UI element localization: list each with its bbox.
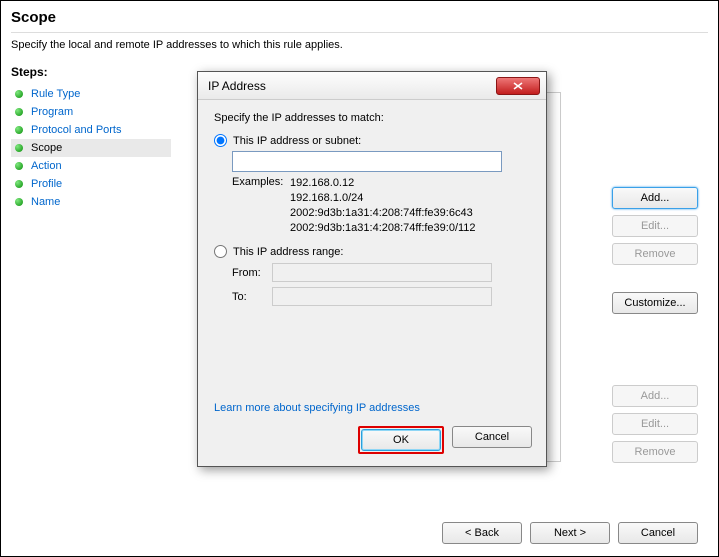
remote-address-buttons: Add... Edit... Remove	[612, 385, 698, 469]
bullet-icon	[15, 162, 23, 170]
step-label: Action	[31, 160, 62, 172]
bullet-icon	[15, 90, 23, 98]
step-label: Program	[31, 106, 73, 118]
ok-button[interactable]: OK	[361, 429, 441, 451]
step-label: Name	[31, 196, 60, 208]
step-label: Rule Type	[31, 88, 80, 100]
radio-range-label: This IP address range:	[233, 246, 343, 258]
steps-heading: Steps:	[11, 65, 171, 79]
to-input	[272, 287, 492, 306]
examples-list: 192.168.0.12 192.168.1.0/24 2002:9d3b:1a…	[290, 176, 476, 235]
bullet-icon	[15, 108, 23, 116]
close-icon[interactable]	[496, 77, 540, 95]
step-scope[interactable]: Scope	[11, 139, 171, 157]
step-rule-type[interactable]: Rule Type	[11, 85, 171, 103]
divider	[11, 32, 708, 33]
from-input	[272, 263, 492, 282]
radio-range[interactable]	[214, 245, 227, 258]
example-line: 192.168.1.0/24	[290, 191, 476, 206]
step-program[interactable]: Program	[11, 103, 171, 121]
dialog-footer: OK Cancel	[358, 426, 532, 454]
add-button[interactable]: Add...	[612, 187, 698, 209]
back-button[interactable]: < Back	[442, 522, 522, 544]
examples-block: Examples: 192.168.0.12 192.168.1.0/24 20…	[232, 176, 530, 235]
radio-subnet-label: This IP address or subnet:	[233, 135, 361, 147]
from-row: From:	[232, 263, 530, 282]
examples-label: Examples:	[232, 176, 290, 235]
ip-address-dialog: IP Address Specify the IP addresses to m…	[197, 71, 547, 467]
dialog-titlebar[interactable]: IP Address	[198, 72, 546, 100]
step-protocol-ports[interactable]: Protocol and Ports	[11, 121, 171, 139]
example-line: 2002:9d3b:1a31:4:208:74ff:fe39:6c43	[290, 206, 476, 221]
step-label: Protocol and Ports	[31, 124, 122, 136]
dialog-cancel-button[interactable]: Cancel	[452, 426, 532, 448]
ok-highlight: OK	[358, 426, 444, 454]
example-line: 2002:9d3b:1a31:4:208:74ff:fe39:0/112	[290, 221, 476, 236]
next-button[interactable]: Next >	[530, 522, 610, 544]
radio-subnet-row[interactable]: This IP address or subnet:	[214, 134, 530, 147]
customize-button[interactable]: Customize...	[612, 292, 698, 314]
bullet-icon	[15, 126, 23, 134]
bullet-icon	[15, 180, 23, 188]
page-title: Scope	[11, 9, 708, 26]
remove-button: Remove	[612, 441, 698, 463]
step-name[interactable]: Name	[11, 193, 171, 211]
bullet-icon	[15, 144, 23, 152]
edit-button: Edit...	[612, 215, 698, 237]
remove-button: Remove	[612, 243, 698, 265]
step-label: Profile	[31, 178, 62, 190]
step-action[interactable]: Action	[11, 157, 171, 175]
bullet-icon	[15, 198, 23, 206]
step-label: Scope	[31, 142, 62, 154]
to-row: To:	[232, 287, 530, 306]
cancel-button[interactable]: Cancel	[618, 522, 698, 544]
step-profile[interactable]: Profile	[11, 175, 171, 193]
wizard-header: Scope Specify the local and remote IP ad…	[1, 1, 718, 57]
learn-ip-link[interactable]: Learn more about specifying IP addresses	[214, 402, 420, 414]
dialog-body: Specify the IP addresses to match: This …	[198, 100, 546, 323]
customize-buttons: Customize...	[612, 292, 698, 320]
radio-range-row[interactable]: This IP address range:	[214, 245, 530, 258]
subnet-input[interactable]	[232, 151, 502, 172]
steps-panel: Steps: Rule Type Program Protocol and Po…	[1, 57, 181, 219]
add-button: Add...	[612, 385, 698, 407]
example-line: 192.168.0.12	[290, 176, 476, 191]
from-label: From:	[232, 267, 272, 279]
wizard-footer: < Back Next > Cancel	[442, 522, 698, 544]
dialog-title: IP Address	[208, 79, 496, 93]
local-address-buttons: Add... Edit... Remove	[612, 187, 698, 271]
radio-subnet[interactable]	[214, 134, 227, 147]
page-subtitle: Specify the local and remote IP addresse…	[11, 39, 708, 51]
to-label: To:	[232, 291, 272, 303]
edit-button: Edit...	[612, 413, 698, 435]
dialog-prompt: Specify the IP addresses to match:	[214, 112, 530, 124]
